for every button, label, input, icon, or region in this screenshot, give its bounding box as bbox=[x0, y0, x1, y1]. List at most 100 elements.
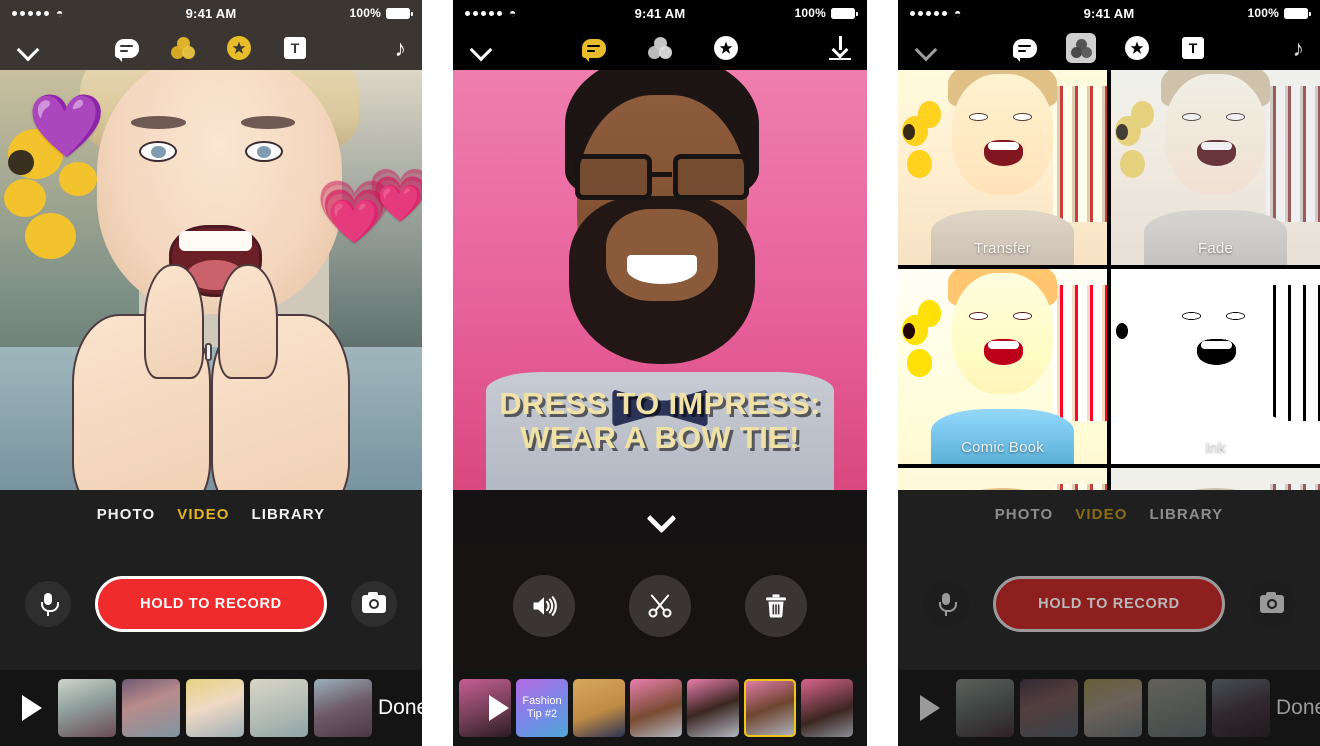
status-bar: ◓ 9:41 AM 100% bbox=[0, 0, 422, 26]
microphone-icon[interactable] bbox=[25, 581, 71, 627]
toolbar-icon-group bbox=[453, 33, 867, 63]
list-item[interactable] bbox=[1020, 679, 1078, 737]
filter-label: Fade bbox=[1198, 240, 1233, 257]
edit-controls bbox=[453, 542, 867, 670]
filter-option-row3-left[interactable] bbox=[898, 468, 1107, 490]
three-phone-mockups: ◓ 9:41 AM 100% T ♪ 💜 💗 💗 PHOTO VIDEO LIB… bbox=[0, 0, 1320, 746]
clip-label: Fashion Tip #2 bbox=[522, 695, 562, 720]
play-icon[interactable] bbox=[489, 695, 509, 721]
microphone-icon[interactable] bbox=[923, 581, 969, 627]
toolbar-icon-group: T bbox=[0, 33, 422, 63]
list-item[interactable] bbox=[573, 679, 625, 737]
stickers-icon[interactable] bbox=[1122, 33, 1152, 63]
filters-icon[interactable] bbox=[645, 33, 675, 63]
video-preview[interactable]: DRESS TO IMPRESS: WEAR A BOW TIE! bbox=[453, 70, 867, 490]
record-controls: HOLD TO RECORD bbox=[0, 538, 422, 670]
camera-preview[interactable]: 💜 💗 💗 bbox=[0, 70, 422, 490]
phone-edit-screen: ◓ 9:41 AM 100% DRESS TO IMPRESS: WEAR A … bbox=[453, 0, 867, 746]
tab-video[interactable]: VIDEO bbox=[1075, 506, 1127, 523]
status-battery: 100% bbox=[1247, 6, 1311, 20]
phone-capture-screen: ◓ 9:41 AM 100% T ♪ 💜 💗 💗 PHOTO VIDEO LIB… bbox=[0, 0, 422, 746]
play-icon[interactable] bbox=[920, 695, 940, 721]
clip-filmstrip: Done bbox=[898, 670, 1320, 746]
list-item[interactable] bbox=[1148, 679, 1206, 737]
list-item[interactable] bbox=[58, 679, 116, 737]
stickers-icon[interactable] bbox=[224, 33, 254, 63]
tab-photo[interactable]: PHOTO bbox=[995, 506, 1054, 523]
chevron-down-icon[interactable] bbox=[643, 508, 677, 524]
filters-icon[interactable] bbox=[168, 33, 198, 63]
filter-label: Ink bbox=[1205, 439, 1226, 456]
list-item[interactable] bbox=[250, 679, 308, 737]
status-bar: ◓ 9:41 AM 100% bbox=[898, 0, 1320, 26]
status-bar: ◓ 9:41 AM 100% bbox=[453, 0, 867, 26]
list-item[interactable] bbox=[1084, 679, 1142, 737]
download-icon[interactable] bbox=[829, 36, 851, 60]
top-toolbar bbox=[453, 26, 867, 70]
filter-option-ink[interactable]: Ink bbox=[1111, 269, 1320, 464]
top-toolbar: T ♪ bbox=[0, 26, 422, 70]
caption-overlay[interactable]: DRESS TO IMPRESS: WEAR A BOW TIE! bbox=[453, 385, 867, 456]
filter-option-row3-right[interactable] bbox=[1111, 468, 1320, 490]
capture-mode-tabs: PHOTO VIDEO LIBRARY bbox=[0, 490, 422, 538]
filter-label: Comic Book bbox=[961, 439, 1044, 456]
flip-camera-icon[interactable] bbox=[1249, 581, 1295, 627]
done-button[interactable]: Done bbox=[1276, 696, 1320, 720]
list-item[interactable]: Fashion Tip #2 bbox=[516, 679, 568, 737]
collapse-panel-bar bbox=[453, 490, 867, 542]
text-icon[interactable]: T bbox=[1178, 33, 1208, 63]
list-item[interactable] bbox=[687, 679, 739, 737]
clip-filmstrip: Done bbox=[0, 670, 422, 746]
tab-photo[interactable]: PHOTO bbox=[97, 506, 156, 523]
tab-library[interactable]: LIBRARY bbox=[251, 506, 325, 523]
list-item[interactable] bbox=[1212, 679, 1270, 737]
stickers-icon[interactable] bbox=[711, 33, 741, 63]
chevron-down-icon[interactable] bbox=[914, 35, 940, 61]
list-item[interactable] bbox=[122, 679, 180, 737]
capture-mode-tabs: PHOTO VIDEO LIBRARY bbox=[898, 490, 1320, 538]
battery-percent: 100% bbox=[794, 6, 826, 20]
music-icon[interactable]: ♪ bbox=[1293, 36, 1305, 60]
filters-icon[interactable] bbox=[1066, 33, 1096, 63]
battery-icon bbox=[1284, 7, 1311, 19]
chevron-down-icon[interactable] bbox=[16, 35, 42, 61]
battery-percent: 100% bbox=[1247, 6, 1279, 20]
filter-option-transfer[interactable]: Transfer bbox=[898, 70, 1107, 265]
chevron-down-icon[interactable] bbox=[469, 35, 495, 61]
caption-line-1: DRESS TO IMPRESS: bbox=[499, 385, 821, 421]
phone-filter-picker-screen: ◓ 9:41 AM 100% T ♪ Transfer Fade Comic B… bbox=[898, 0, 1320, 746]
hold-to-record-button[interactable]: HOLD TO RECORD bbox=[993, 576, 1225, 632]
captions-icon[interactable] bbox=[579, 33, 609, 63]
tab-library[interactable]: LIBRARY bbox=[1149, 506, 1223, 523]
sticker-purple-heart[interactable]: 💜 bbox=[28, 96, 105, 158]
captions-icon[interactable] bbox=[112, 33, 142, 63]
top-toolbar: T ♪ bbox=[898, 26, 1320, 70]
clip-filmstrip: Fashion Tip #2 bbox=[453, 670, 867, 746]
text-icon[interactable]: T bbox=[280, 33, 310, 63]
tab-video[interactable]: VIDEO bbox=[177, 506, 229, 523]
list-item[interactable] bbox=[186, 679, 244, 737]
list-item[interactable] bbox=[956, 679, 1014, 737]
list-item[interactable] bbox=[801, 679, 853, 737]
record-controls: HOLD TO RECORD bbox=[898, 538, 1320, 670]
flip-camera-icon[interactable] bbox=[351, 581, 397, 627]
battery-icon bbox=[831, 7, 858, 19]
play-icon[interactable] bbox=[22, 695, 42, 721]
volume-button[interactable] bbox=[513, 575, 575, 637]
done-button[interactable]: Done bbox=[378, 696, 422, 720]
music-icon[interactable]: ♪ bbox=[395, 36, 407, 60]
caption-line-2: WEAR A BOW TIE! bbox=[520, 420, 800, 456]
filter-grid[interactable]: Transfer Fade Comic Book Ink bbox=[898, 70, 1320, 490]
filter-option-fade[interactable]: Fade bbox=[1111, 70, 1320, 265]
sticker-pink-heart-2[interactable]: 💗 bbox=[368, 170, 422, 222]
battery-icon bbox=[386, 7, 413, 19]
battery-percent: 100% bbox=[349, 6, 381, 20]
list-item[interactable] bbox=[314, 679, 372, 737]
filter-option-comic-book[interactable]: Comic Book bbox=[898, 269, 1107, 464]
delete-button[interactable] bbox=[745, 575, 807, 637]
list-item[interactable] bbox=[630, 679, 682, 737]
captions-icon[interactable] bbox=[1010, 33, 1040, 63]
trim-button[interactable] bbox=[629, 575, 691, 637]
list-item[interactable] bbox=[744, 679, 796, 737]
hold-to-record-button[interactable]: HOLD TO RECORD bbox=[95, 576, 327, 632]
